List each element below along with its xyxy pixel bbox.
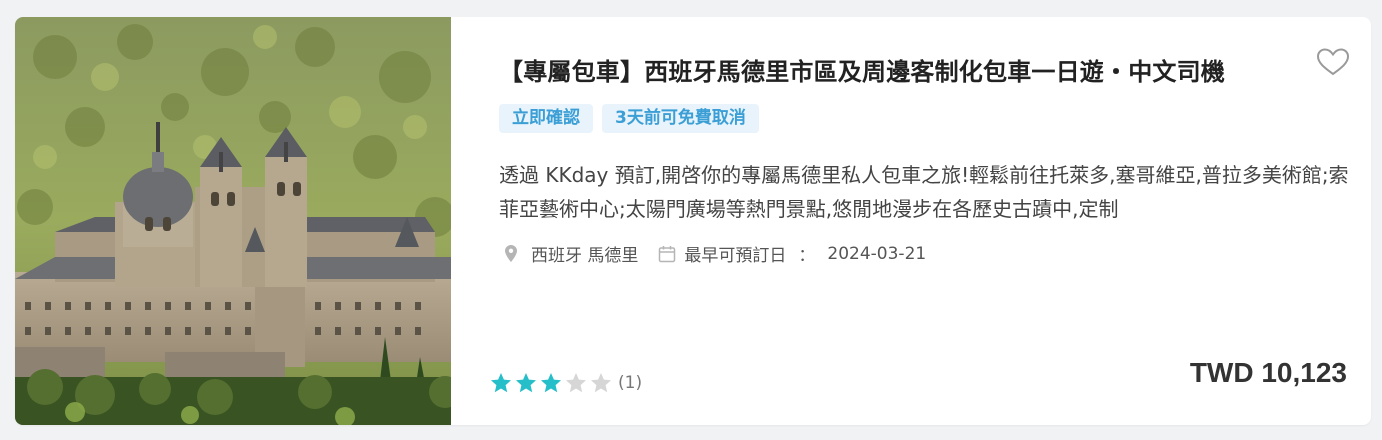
review-count[interactable]: (1) bbox=[618, 373, 642, 393]
star-icon bbox=[516, 373, 536, 393]
calendar-icon bbox=[658, 245, 676, 263]
label-separator: ： bbox=[798, 246, 816, 266]
rating: (1) bbox=[489, 372, 642, 394]
product-meta: 西班牙 馬德里 最早可預訂日 ： 2024-03-21 bbox=[505, 241, 926, 266]
location-text: 西班牙 馬德里 bbox=[531, 246, 639, 266]
earliest-date-label: 最早可預訂日 bbox=[684, 246, 787, 266]
product-card[interactable]: 【專屬包車】西班牙馬德里市區及周邊客制化包車一日遊・中文司機 立即確認 3天前可… bbox=[15, 17, 1371, 425]
star-icon bbox=[491, 373, 511, 393]
tag-free-cancellation: 3天前可免費取消 bbox=[602, 104, 759, 133]
star-rating bbox=[489, 372, 614, 394]
product-title[interactable]: 【專屬包車】西班牙馬德里市區及周邊客制化包車一日遊・中文司機 bbox=[499, 54, 1299, 90]
star-icon bbox=[541, 373, 561, 393]
map-pin-icon bbox=[505, 245, 517, 262]
heart-outline-icon bbox=[1316, 48, 1350, 76]
product-photo[interactable] bbox=[15, 17, 451, 425]
product-description: 透過 KKday 預訂,開啓你的專屬馬德里私人包車之旅!輕鬆前往托萊多,塞哥維亞… bbox=[499, 163, 1349, 221]
tag-list: 立即確認 3天前可免費取消 bbox=[499, 104, 759, 133]
tag-instant-confirm: 立即確認 bbox=[499, 104, 593, 133]
earliest-date-value: 2024-03-21 bbox=[827, 243, 927, 264]
star-icon bbox=[566, 373, 586, 393]
favorite-button[interactable] bbox=[1316, 47, 1350, 77]
price: TWD 10,123 bbox=[1189, 357, 1347, 388]
star-icon bbox=[591, 373, 611, 393]
